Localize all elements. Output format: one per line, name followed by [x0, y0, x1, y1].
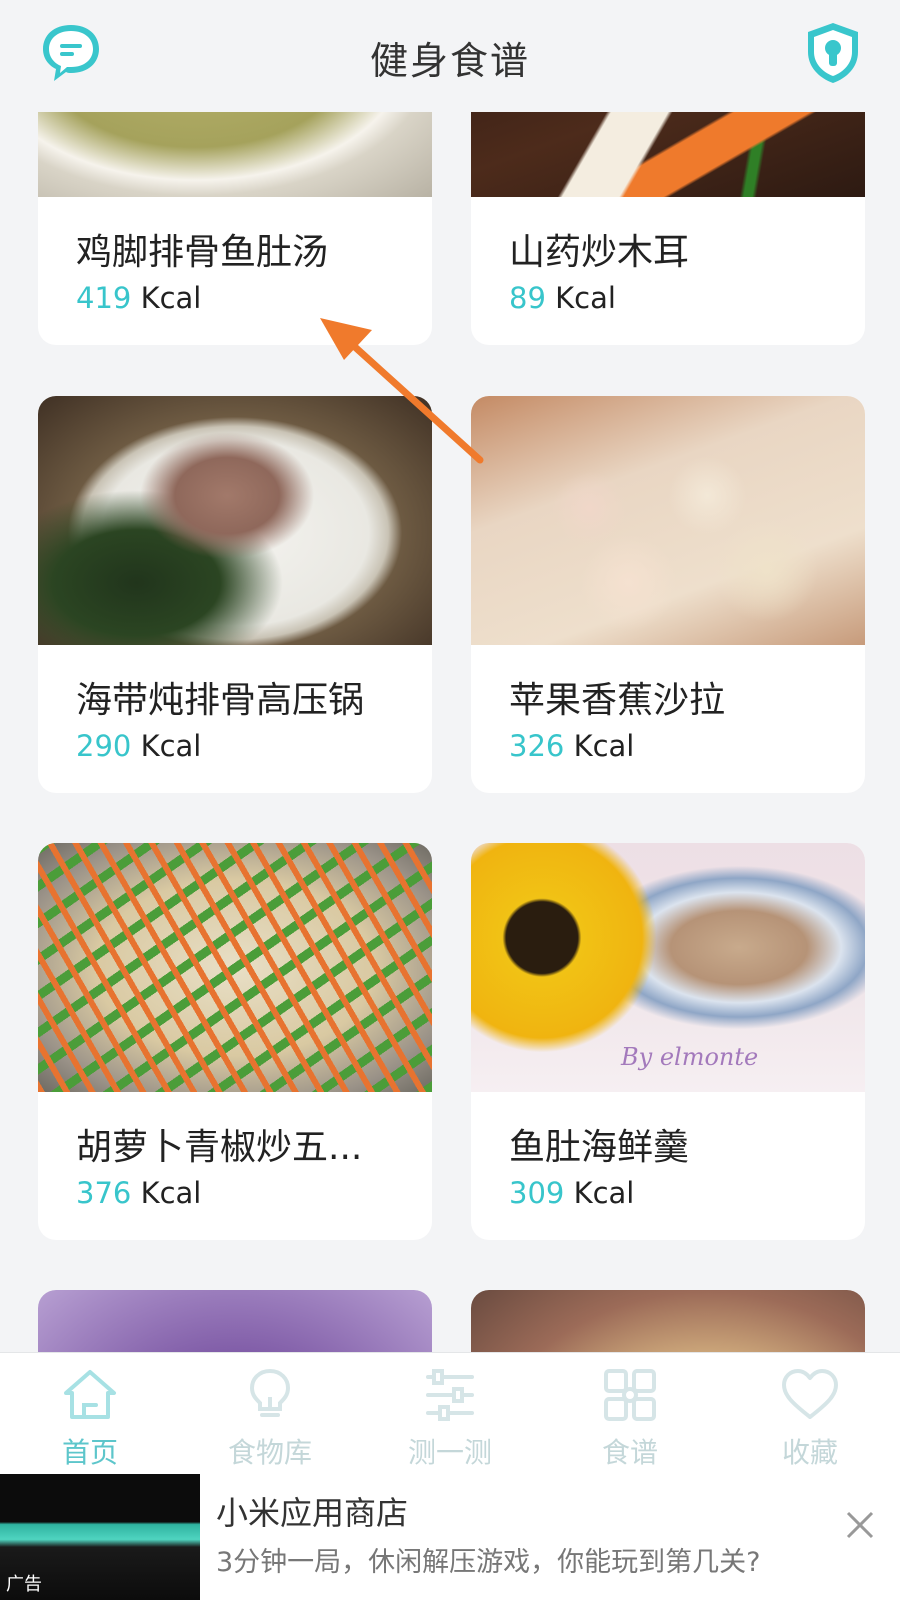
tab-home[interactable]: 首页 — [0, 1353, 180, 1475]
ad-description: 3分钟一局，休闲解压游戏，你能玩到第几关? — [216, 1547, 761, 1578]
recipe-image — [471, 1290, 865, 1352]
ad-thumbnail: 广告 — [0, 1474, 200, 1600]
recipe-feed[interactable]: 鸡脚排骨鱼肚汤 419 Kcal 山药炒木耳 89 Kcal 海带炖排骨高压锅 … — [0, 0, 900, 1352]
recipe-card[interactable] — [38, 1290, 432, 1352]
recipe-calories: 419 Kcal — [76, 281, 201, 315]
calorie-unit: Kcal — [140, 281, 202, 315]
tab-label: 收藏 — [781, 1436, 838, 1469]
grid-icon — [604, 1369, 656, 1421]
calorie-unit: Kcal — [140, 1176, 202, 1210]
ad-banner[interactable]: 广告 小米应用商店 3分钟一局，休闲解压游戏，你能玩到第几关? — [0, 1474, 900, 1600]
recipe-calories: 290 Kcal — [76, 729, 201, 763]
app-header: 健身食谱 — [0, 0, 900, 112]
tab-label: 食谱 — [601, 1436, 658, 1469]
lightbulb-icon — [249, 1368, 291, 1417]
recipe-name: 苹果香蕉沙拉 — [509, 680, 726, 721]
calorie-unit: Kcal — [573, 729, 635, 763]
recipe-name: 海带炖排骨高压锅 — [76, 680, 365, 721]
tab-test[interactable]: 测一测 — [360, 1353, 540, 1475]
calorie-unit: Kcal — [555, 281, 616, 315]
calorie-unit: Kcal — [140, 729, 202, 763]
page-title: 健身食谱 — [369, 39, 530, 83]
tab-food-library[interactable]: 食物库 — [180, 1353, 360, 1475]
tab-favorites[interactable]: 收藏 — [720, 1353, 900, 1475]
recipe-card[interactable]: 海带炖排骨高压锅 290 Kcal — [38, 396, 432, 793]
tab-label: 首页 — [61, 1436, 118, 1469]
recipe-calories: 309 Kcal — [509, 1176, 634, 1210]
recipe-name: 鱼肚海鲜羹 — [509, 1127, 690, 1168]
recipe-card[interactable]: 胡萝卜青椒炒五... 376 Kcal — [38, 843, 432, 1240]
recipe-image: By elmonte — [471, 843, 865, 1092]
sliders-icon — [426, 1369, 474, 1421]
calorie-value: 326 — [509, 729, 565, 763]
close-icon[interactable] — [843, 1508, 877, 1542]
bottom-tab-bar: 首页 食物库 测一测 食谱 收藏 — [0, 1352, 900, 1475]
heart-icon — [782, 1369, 838, 1419]
image-watermark: By elmonte — [621, 1043, 759, 1071]
calorie-value: 376 — [76, 1176, 132, 1210]
recipe-image — [38, 1290, 432, 1352]
tab-label: 食物库 — [227, 1436, 312, 1469]
ad-app-name: 小米应用商店 — [216, 1494, 409, 1532]
recipe-card[interactable]: By elmonte 鱼肚海鲜羹 309 Kcal — [471, 843, 865, 1240]
home-icon — [64, 1370, 116, 1419]
recipe-calories: 326 Kcal — [509, 729, 634, 763]
recipe-calories: 89 Kcal — [509, 281, 616, 315]
tab-recipes[interactable]: 食谱 — [540, 1353, 720, 1475]
recipe-card[interactable]: 苹果香蕉沙拉 326 Kcal — [471, 396, 865, 793]
calorie-value: 419 — [76, 281, 132, 315]
calorie-value: 89 — [509, 281, 546, 315]
ad-tag: 广告 — [6, 1574, 42, 1595]
shield-lock-icon[interactable] — [800, 20, 866, 86]
recipe-name: 鸡脚排骨鱼肚汤 — [76, 232, 329, 273]
recipe-card[interactable] — [471, 1290, 865, 1352]
recipe-image — [471, 396, 865, 645]
calorie-unit: Kcal — [573, 1176, 635, 1210]
recipe-calories: 376 Kcal — [76, 1176, 201, 1210]
recipe-image — [38, 843, 432, 1092]
tab-label: 测一测 — [407, 1436, 492, 1469]
calorie-value: 309 — [509, 1176, 565, 1210]
calorie-value: 290 — [76, 729, 132, 763]
recipe-image — [38, 396, 432, 645]
recipe-name: 胡萝卜青椒炒五... — [76, 1127, 363, 1168]
recipe-name: 山药炒木耳 — [509, 232, 690, 273]
